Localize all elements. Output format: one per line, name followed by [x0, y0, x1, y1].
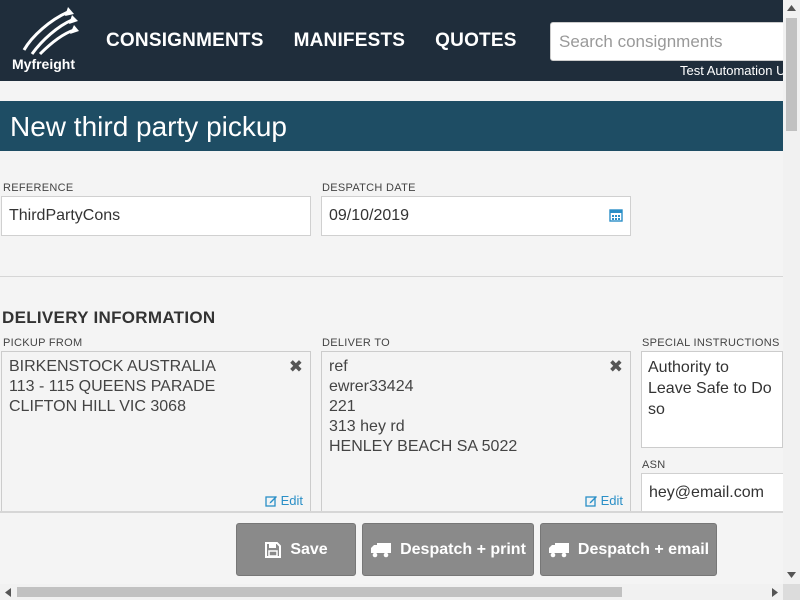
- deliver-to-label: DELIVER TO: [322, 337, 391, 349]
- deliver-line: HENLEY BEACH SA 5022: [329, 438, 518, 455]
- deliver-to-box[interactable]: ref ewrer33424 221 313 hey rd HENLEY BEA…: [321, 351, 631, 513]
- reference-label: REFERENCE: [3, 182, 74, 194]
- scroll-down-icon[interactable]: [787, 572, 796, 578]
- deliver-line: ewrer33424: [329, 378, 414, 395]
- truck-icon: [371, 542, 392, 557]
- despatch-print-button[interactable]: Despatch + print: [362, 523, 534, 576]
- reference-field[interactable]: ThirdPartyCons: [1, 196, 311, 236]
- asn-label: ASN: [642, 459, 666, 471]
- pickup-from-box[interactable]: BIRKENSTOCK AUSTRALIA 113 - 115 QUEENS P…: [1, 351, 311, 513]
- scroll-left-icon[interactable]: [5, 588, 11, 597]
- despatch-email-button[interactable]: Despatch + email: [540, 523, 717, 576]
- calendar-icon[interactable]: [609, 208, 623, 222]
- main-nav: CONSIGNMENTS MANIFESTS QUOTES: [106, 30, 517, 52]
- truck-icon: [548, 542, 569, 557]
- action-bar: Save Despatch + print Despatch + email: [0, 511, 783, 584]
- clear-deliver-icon[interactable]: ✖: [609, 357, 623, 377]
- pickup-address: BIRKENSTOCK AUSTRALIA 113 - 115 QUEENS P…: [9, 357, 216, 417]
- edit-pickup-link[interactable]: Edit: [264, 493, 303, 508]
- despatch-print-label: Despatch + print: [400, 540, 526, 558]
- deliver-line: ref: [329, 358, 348, 375]
- floppy-disk-icon: [265, 541, 282, 558]
- deliver-line: 221: [329, 398, 356, 415]
- reference-value: ThirdPartyCons: [9, 207, 121, 224]
- horizontal-scroll-thumb[interactable]: [17, 587, 622, 597]
- vertical-scroll-thumb[interactable]: [786, 18, 797, 131]
- despatch-date-label: DESPATCH DATE: [322, 182, 416, 194]
- edit-icon: [584, 496, 597, 507]
- scroll-right-icon[interactable]: [772, 588, 778, 597]
- despatch-email-label: Despatch + email: [577, 540, 710, 558]
- asn-input[interactable]: hey@email.com: [641, 473, 783, 513]
- scroll-up-icon[interactable]: [787, 5, 796, 11]
- nav-manifests[interactable]: MANIFESTS: [294, 30, 406, 52]
- search-input[interactable]: [550, 22, 790, 61]
- vertical-scrollbar[interactable]: [783, 0, 800, 584]
- scrollbar-corner: [783, 584, 800, 600]
- page-title: New third party pickup: [10, 111, 288, 142]
- edit-label: Edit: [280, 493, 303, 508]
- pickup-line: 113 - 115 QUEENS PARADE: [9, 378, 216, 395]
- despatch-date-field[interactable]: 09/10/2019: [321, 196, 631, 236]
- logo-text: Myfreight: [12, 56, 75, 72]
- user-name[interactable]: Test Automation U: [680, 63, 786, 78]
- top-navbar: Myfreight CONSIGNMENTS MANIFESTS QUOTES …: [0, 0, 790, 81]
- pickup-line: BIRKENSTOCK AUSTRALIA: [9, 358, 216, 375]
- despatch-date-value: 09/10/2019: [329, 207, 410, 224]
- asn-value: hey@email.com: [649, 484, 764, 501]
- special-instructions-input[interactable]: Authority to Leave Safe to Do so: [641, 351, 783, 448]
- special-instructions-label: SPECIAL INSTRUCTIONS: [642, 337, 780, 349]
- horizontal-scrollbar[interactable]: [0, 584, 783, 600]
- title-bar: New third party pickup: [0, 101, 783, 151]
- deliver-address: ref ewrer33424 221 313 hey rd HENLEY BEA…: [329, 357, 517, 457]
- nav-quotes[interactable]: QUOTES: [435, 30, 516, 52]
- pickup-line: CLIFTON HILL VIC 3068: [9, 398, 186, 415]
- edit-deliver-link[interactable]: Edit: [584, 493, 623, 508]
- delivery-section-title: DELIVERY INFORMATION: [2, 308, 216, 327]
- deliver-line: 313 hey rd: [329, 418, 405, 435]
- pickup-from-label: PICKUP FROM: [3, 337, 83, 349]
- save-button[interactable]: Save: [236, 523, 356, 576]
- section-divider: [0, 276, 783, 277]
- save-label: Save: [290, 540, 328, 558]
- clear-pickup-icon[interactable]: ✖: [289, 357, 303, 377]
- edit-label: Edit: [600, 493, 623, 508]
- edit-icon: [264, 496, 277, 507]
- nav-consignments[interactable]: CONSIGNMENTS: [106, 30, 264, 52]
